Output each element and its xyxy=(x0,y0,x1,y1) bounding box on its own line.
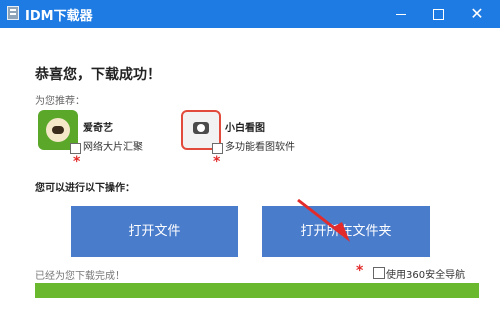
app-icon xyxy=(7,6,19,20)
minimize-button[interactable] xyxy=(384,0,418,28)
photo-viewer-checkbox[interactable] xyxy=(212,143,223,154)
success-headline: 恭喜您，下载成功！ xyxy=(35,67,161,83)
download-status: 已经为您下载完成！ xyxy=(35,271,125,282)
title-bar: IDM下载器 ✕ xyxy=(0,0,500,28)
red-star-icon: * xyxy=(73,154,81,170)
red-star-icon: * xyxy=(356,263,364,279)
open-folder-button[interactable]: 打开所在文件夹 xyxy=(262,206,430,257)
operations-label: 您可以进行以下操作： xyxy=(35,183,135,194)
open-file-button[interactable]: 打开文件 xyxy=(71,206,238,257)
progress-fill xyxy=(35,283,479,298)
maximize-icon xyxy=(432,8,444,20)
iqiyi-checkbox[interactable] xyxy=(70,143,81,154)
iqiyi-desc: 网络大片汇聚 xyxy=(83,142,143,153)
photo-viewer-desc: 多功能看图软件 xyxy=(225,142,295,153)
window-title: IDM下载器 xyxy=(25,9,93,24)
close-button[interactable]: ✕ xyxy=(460,0,494,28)
minimize-icon xyxy=(396,13,406,15)
iqiyi-name[interactable]: 爱奇艺 xyxy=(83,119,113,134)
photo-viewer-name[interactable]: 小白看图 xyxy=(225,119,265,134)
progress-bar xyxy=(35,283,479,298)
nav-checkbox[interactable] xyxy=(373,267,385,279)
dialog-content: 恭喜您，下载成功！ 为您推荐： * 爱奇艺 网络大片汇聚 * 小白看图 多功能看… xyxy=(12,36,488,324)
nav-checkbox-label[interactable]: 使用360安全导航 xyxy=(386,266,465,281)
maximize-button[interactable] xyxy=(421,0,455,28)
red-star-icon: * xyxy=(213,154,221,170)
recommend-label: 为您推荐： xyxy=(35,96,85,107)
